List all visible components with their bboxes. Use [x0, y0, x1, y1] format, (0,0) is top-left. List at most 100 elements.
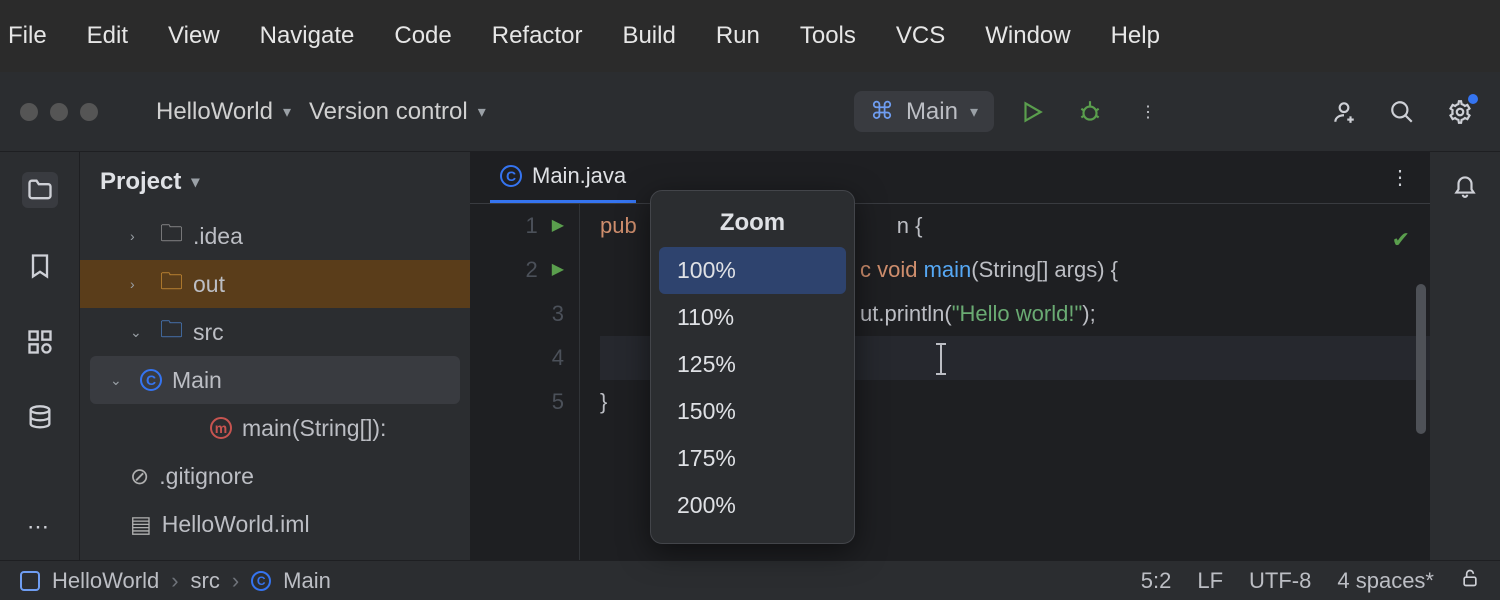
zoom-option-100[interactable]: 100% [659, 247, 846, 294]
code-token: main [924, 257, 972, 282]
tree-label: HelloWorld.iml [162, 511, 310, 538]
chevron-right-icon: › [232, 568, 239, 594]
zoom-option-150[interactable]: 150% [659, 388, 846, 435]
database-tool-button[interactable] [22, 400, 58, 436]
window-controls[interactable] [20, 103, 98, 121]
bookmarks-tool-button[interactable] [22, 248, 58, 284]
gutter-line-2[interactable]: 2▶ [470, 248, 564, 292]
run-config-name: Main [906, 98, 958, 126]
chevron-down-icon: ▾ [283, 102, 291, 122]
max-dot[interactable] [80, 103, 98, 121]
run-gutter-icon[interactable]: ▶ [552, 248, 564, 292]
tree-item-main-class[interactable]: ⌄ C Main [90, 356, 460, 404]
run-gutter-icon[interactable]: ▶ [552, 204, 564, 248]
zoom-popup-title: Zoom [659, 203, 846, 247]
more-actions-button[interactable]: ⋮ [1128, 92, 1168, 132]
menu-vcs[interactable]: VCS [896, 22, 945, 50]
crumb-module[interactable]: HelloWorld [52, 568, 159, 594]
settings-button[interactable] [1440, 92, 1480, 132]
vertical-scrollbar[interactable] [1416, 284, 1426, 434]
notifications-button[interactable] [1452, 172, 1478, 203]
file-encoding[interactable]: UTF-8 [1249, 568, 1311, 594]
tree-item-iml[interactable]: ▤ HelloWorld.iml [80, 500, 470, 548]
file-icon: ▤ [130, 511, 152, 538]
code-with-me-button[interactable] [1324, 92, 1364, 132]
menu-refactor[interactable]: Refactor [492, 22, 583, 50]
chevron-right-icon: › [171, 568, 178, 594]
zoom-option-125[interactable]: 125% [659, 341, 846, 388]
collapse-arrow-icon[interactable]: ⌄ [130, 324, 150, 341]
left-tool-rail: ⋯ [0, 152, 80, 560]
tree-item-main-method[interactable]: m main(String[]): [80, 404, 470, 452]
gutter-line-3[interactable]: 3 [470, 292, 564, 336]
menu-window[interactable]: Window [985, 22, 1070, 50]
project-selector[interactable]: HelloWorld ▾ [156, 98, 291, 126]
zoom-option-200[interactable]: 200% [659, 482, 846, 529]
min-dot[interactable] [50, 103, 68, 121]
caret-position[interactable]: 5:2 [1141, 568, 1172, 594]
tree-label: .gitignore [159, 463, 254, 490]
folder-icon: 🗀 [160, 313, 183, 352]
right-tool-rail [1430, 152, 1500, 560]
project-panel-header[interactable]: Project ▾ [80, 152, 470, 212]
menu-build[interactable]: Build [622, 22, 675, 50]
terminal-icon: ⌘ [870, 97, 894, 126]
run-button[interactable] [1012, 92, 1052, 132]
debug-button[interactable] [1070, 92, 1110, 132]
class-icon: C [140, 369, 162, 391]
tree-item-idea[interactable]: › 🗀 .idea [80, 212, 470, 260]
crumb-class[interactable]: Main [283, 568, 331, 594]
menu-code[interactable]: Code [394, 22, 451, 50]
gutter-line-1[interactable]: 1▶ [470, 204, 564, 248]
menu-run[interactable]: Run [716, 22, 760, 50]
project-tool-button[interactable] [22, 172, 58, 208]
indent-settings[interactable]: 4 spaces* [1337, 568, 1434, 594]
readonly-lock-icon[interactable] [1460, 568, 1480, 594]
gutter-line-5[interactable]: 5 [470, 380, 564, 424]
os-menubar: File Edit View Navigate Code Refactor Bu… [0, 0, 1500, 72]
tree-item-src[interactable]: ⌄ 🗀 src [80, 308, 470, 356]
expand-arrow-icon[interactable]: › [130, 228, 150, 244]
project-sidebar: Project ▾ › 🗀 .idea › 🗀 out ⌄ 🗀 src ⌄ C [80, 152, 470, 560]
folder-icon: 🗀 [160, 265, 183, 304]
crumb-src[interactable]: src [191, 568, 220, 594]
code-token: "Hello world!" [952, 301, 1083, 326]
editor: C Main.java ⋮ 1▶ 2▶ 3 4 5 ✔ pubn { c voi… [470, 152, 1430, 560]
gutter: 1▶ 2▶ 3 4 5 [470, 204, 580, 560]
chevron-down-icon: ▾ [970, 102, 978, 122]
search-button[interactable] [1382, 92, 1422, 132]
project-tree: › 🗀 .idea › 🗀 out ⌄ 🗀 src ⌄ C Main m [80, 212, 470, 548]
zoom-option-110[interactable]: 110% [659, 294, 846, 341]
line-separator[interactable]: LF [1197, 568, 1223, 594]
module-icon [20, 571, 40, 591]
menu-edit[interactable]: Edit [87, 22, 128, 50]
tab-main-java[interactable]: C Main.java [490, 152, 636, 203]
vcs-selector[interactable]: Version control ▾ [309, 98, 486, 126]
collapse-arrow-icon[interactable]: ⌄ [110, 372, 130, 389]
menu-tools[interactable]: Tools [800, 22, 856, 50]
expand-arrow-icon[interactable]: › [130, 276, 150, 292]
project-panel-title: Project [100, 168, 181, 196]
menu-file[interactable]: File [8, 22, 47, 50]
close-dot[interactable] [20, 103, 38, 121]
more-tools-button[interactable]: ⋯ [27, 514, 52, 540]
text-caret [940, 345, 942, 373]
breadcrumb[interactable]: HelloWorld › src › C Main [20, 568, 331, 594]
gutter-line-4[interactable]: 4 [470, 336, 564, 380]
menu-help[interactable]: Help [1111, 22, 1160, 50]
code-token: c [860, 257, 877, 282]
tree-item-gitignore[interactable]: ⊘ .gitignore [80, 452, 470, 500]
code-token: pub [600, 213, 637, 238]
structure-tool-button[interactable] [22, 324, 58, 360]
tree-label: main(String[]): [242, 415, 386, 442]
inspection-ok-icon[interactable]: ✔ [1392, 218, 1410, 262]
menu-navigate[interactable]: Navigate [260, 22, 355, 50]
menu-view[interactable]: View [168, 22, 220, 50]
zoom-option-175[interactable]: 175% [659, 435, 846, 482]
method-icon: m [210, 417, 232, 439]
code-token: .println( [878, 301, 951, 326]
tree-item-out[interactable]: › 🗀 out [80, 260, 470, 308]
main-toolbar: HelloWorld ▾ Version control ▾ ⌘ Main ▾ … [0, 72, 1500, 152]
editor-tab-actions[interactable]: ⋮ [1390, 165, 1410, 190]
run-config-selector[interactable]: ⌘ Main ▾ [854, 91, 994, 132]
